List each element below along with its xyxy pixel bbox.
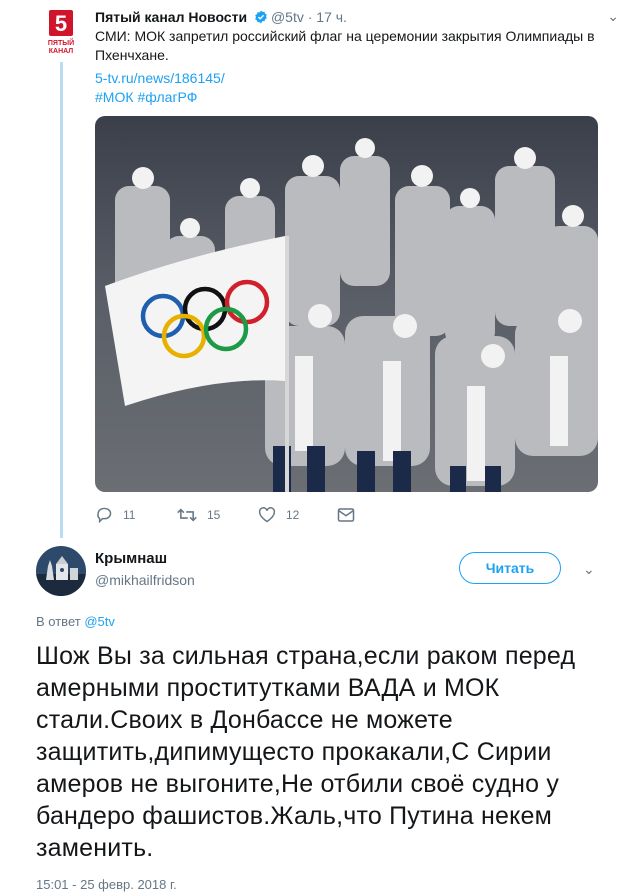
tweet-actions: 11 15 12	[95, 507, 395, 527]
logo-number: 5	[55, 11, 67, 36]
quoted-hashtags: #МОК #флагРФ	[95, 88, 201, 107]
hashtag[interactable]: #МОК	[95, 89, 134, 105]
reply-display-name[interactable]: Крымнаш	[95, 550, 167, 567]
logo-text-line1: ПЯТЫЙ	[48, 38, 74, 47]
separator-dot: ·	[307, 9, 313, 25]
reply-icon	[97, 507, 112, 523]
chevron-down-icon[interactable]: ⌄	[607, 8, 619, 25]
verified-badge-icon	[255, 10, 267, 24]
logo-text-line2: КАНАЛ	[49, 48, 74, 55]
quoted-tweet-text: СМИ: МОК запретил российский флаг на цер…	[95, 28, 595, 63]
quoted-handle[interactable]: @5tv	[271, 9, 304, 25]
reply-tweet-text: Шож Вы за сильная страна,если раком пере…	[36, 642, 576, 862]
reply-to-prefix: В ответ	[36, 614, 81, 629]
reply-avatar[interactable]	[36, 546, 86, 596]
quoted-account-name[interactable]: Пятый канал Новости	[95, 9, 247, 25]
reply-to-mention[interactable]: @5tv	[84, 614, 115, 629]
reply-to-line: В ответ @5tv	[36, 614, 115, 629]
hashtag[interactable]: #флагРФ	[138, 89, 198, 105]
retweet-action[interactable]: 15	[177, 507, 220, 523]
reply-handle[interactable]: @mikhailfridson	[95, 572, 195, 588]
like-count: 12	[286, 508, 300, 522]
like-action[interactable]: 12	[258, 507, 299, 523]
retweet-count: 15	[207, 508, 221, 522]
reply-action[interactable]: 11	[95, 507, 135, 523]
direct-message-icon	[337, 508, 355, 522]
reply-count: 11	[123, 508, 136, 522]
tweet-photo[interactable]	[95, 116, 598, 492]
quoted-tweet-link[interactable]: 5-tv.ru/news/186145/	[95, 69, 225, 88]
channel-logo-avatar[interactable]: 5 ПЯТЫЙ КАНАЛ	[45, 8, 79, 58]
direct-message-action[interactable]	[337, 507, 365, 523]
chevron-down-icon[interactable]: ⌄	[583, 561, 595, 578]
follow-button[interactable]: Читать	[459, 552, 561, 584]
like-icon	[258, 507, 276, 523]
retweet-icon	[177, 508, 197, 522]
thread-line	[60, 62, 63, 538]
quoted-tweet-header: Пятый канал Новости @5tv · 17 ч.	[95, 8, 613, 26]
quoted-time[interactable]: 17 ч.	[316, 9, 347, 25]
